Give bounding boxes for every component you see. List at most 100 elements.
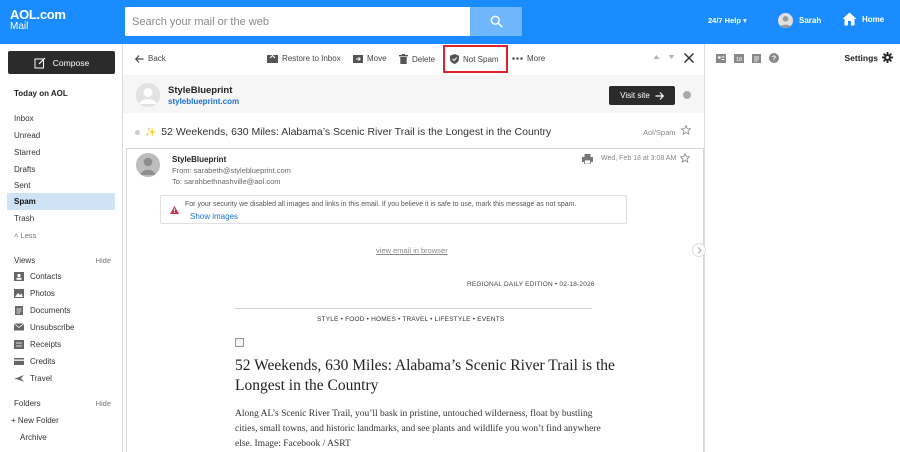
folder-sent[interactable]: Sent <box>7 177 115 194</box>
photos-icon <box>14 289 24 298</box>
back-label: Back <box>148 54 166 63</box>
view-in-browser-link[interactable]: view email in browser <box>376 246 448 255</box>
arrow-right-icon <box>655 91 664 100</box>
less-toggle[interactable]: ˄ Less <box>14 231 36 240</box>
contacts-card-icon[interactable] <box>716 53 726 63</box>
home-label: Home <box>862 14 885 24</box>
message-to-address: To: sarahbethnashville@aol.com <box>172 177 281 186</box>
message-toolbar: Back Restore to Inbox Move Delete Not Sp… <box>123 44 704 75</box>
view-documents[interactable]: Documents <box>14 306 70 315</box>
view-unsubscribe[interactable]: Unsubscribe <box>14 323 74 332</box>
user-name: Sarah <box>799 16 822 25</box>
unread-dot-icon <box>135 129 140 135</box>
folder-tag: Aol/Spam <box>643 128 676 137</box>
delete-button[interactable]: Delete <box>399 54 435 64</box>
user-menu[interactable]: Sarah <box>778 13 821 28</box>
star-icon[interactable] <box>680 153 690 163</box>
view-label: Documents <box>30 306 71 315</box>
top-bar: AOL.com Mail 24/7 Help ▾ Sarah Home <box>0 0 900 44</box>
view-label: Receipts <box>30 340 62 349</box>
folder-starred[interactable]: Starred <box>7 144 115 161</box>
back-arrow-icon <box>135 54 144 63</box>
help-circle-icon[interactable]: ? <box>769 53 779 63</box>
subject-row: ✨ 52 Weekends, 630 Miles: Alabama’s Scen… <box>123 115 704 145</box>
folders-hide-button[interactable]: Hide <box>96 399 111 408</box>
right-panel-icons: 18 ? <box>716 53 779 63</box>
new-folder-button[interactable]: + New Folder <box>11 416 59 425</box>
subject-text: 52 Weekends, 630 Miles: Alabama’s Scenic… <box>161 126 552 138</box>
folder-spam[interactable]: Spam <box>7 193 115 210</box>
folders-header: Folders Hide <box>14 399 111 408</box>
contacts-icon <box>14 272 24 281</box>
divider <box>235 308 591 309</box>
star-icon[interactable] <box>681 125 691 135</box>
folder-archive[interactable]: Archive <box>20 433 47 442</box>
views-hide-button[interactable]: Hide <box>96 256 111 265</box>
receipts-icon <box>14 340 24 349</box>
reading-pane: Back Restore to Inbox Move Delete Not Sp… <box>123 44 706 452</box>
message-from-address: From: sarabeth@styleblueprint.com <box>172 166 291 175</box>
sender-name: StyleBlueprint <box>168 85 233 96</box>
compose-icon <box>34 57 46 68</box>
edition-line: REGIONAL DAILY EDITION • 02-18-2026 <box>467 281 595 288</box>
search-input[interactable] <box>125 7 470 36</box>
folder-unread[interactable]: Unread <box>7 127 115 144</box>
close-icon[interactable] <box>683 52 695 64</box>
folder-trash[interactable]: Trash <box>7 210 115 227</box>
home-link[interactable]: Home <box>842 12 884 26</box>
not-spam-highlight <box>443 45 508 73</box>
security-text: For your security we disabled all images… <box>185 201 577 208</box>
sender-avatar <box>136 83 160 107</box>
help-menu[interactable]: 24/7 Help ▾ <box>708 16 747 25</box>
calendar-icon[interactable]: 18 <box>734 53 744 63</box>
notepad-icon[interactable] <box>752 53 761 63</box>
view-label: Photos <box>30 289 55 298</box>
show-images-link[interactable]: Show images <box>190 212 238 221</box>
view-photos[interactable]: Photos <box>14 289 55 298</box>
previous-message-icon[interactable] <box>653 54 660 60</box>
search-button[interactable] <box>470 7 522 36</box>
article-headline: 52 Weekends, 630 Miles: Alabama’s Scenic… <box>235 357 615 394</box>
back-button[interactable]: Back <box>135 54 166 63</box>
search-icon <box>490 15 503 28</box>
print-icon[interactable] <box>582 154 593 164</box>
compose-button[interactable]: Compose <box>8 51 115 74</box>
info-icon[interactable] <box>683 91 691 99</box>
view-label: Contacts <box>30 272 62 281</box>
sender-banner: StyleBlueprint styleblueprint.com Visit … <box>123 75 704 113</box>
trash-icon <box>399 54 408 64</box>
message-date: Wed, Feb 18 at 3:08 AM <box>601 155 677 162</box>
folder-drafts[interactable]: Drafts <box>7 161 115 178</box>
avatar <box>778 13 793 28</box>
documents-icon <box>15 306 23 315</box>
restore-to-inbox-button[interactable]: Restore to Inbox <box>267 54 341 63</box>
expand-panel-button[interactable] <box>692 243 706 257</box>
restore-icon <box>267 54 278 63</box>
more-button[interactable]: More <box>512 54 545 63</box>
restore-label: Restore to Inbox <box>282 54 341 63</box>
travel-icon <box>14 375 24 382</box>
view-credits[interactable]: Credits <box>14 357 55 366</box>
view-receipts[interactable]: Receipts <box>14 340 61 349</box>
move-icon <box>353 55 363 63</box>
move-label: Move <box>367 54 387 63</box>
message-sender-avatar <box>136 153 160 177</box>
right-panel: 18 ? Settings <box>705 44 900 452</box>
compose-label: Compose <box>52 57 90 68</box>
credits-icon <box>14 358 24 365</box>
move-button[interactable]: Move <box>353 54 387 63</box>
folder-inbox[interactable]: Inbox <box>7 110 115 127</box>
view-contacts[interactable]: Contacts <box>14 272 62 281</box>
next-message-icon[interactable] <box>668 54 675 60</box>
settings-label: Settings <box>844 52 878 63</box>
aol-mail-logo[interactable]: AOL.com Mail <box>10 8 66 32</box>
sender-site-link[interactable]: styleblueprint.com <box>168 97 239 106</box>
subject-line: ✨ 52 Weekends, 630 Miles: Alabama’s Scen… <box>135 126 551 138</box>
view-label: Travel <box>30 374 52 383</box>
view-travel[interactable]: Travel <box>14 374 52 383</box>
views-title: Views <box>14 256 36 265</box>
visit-site-button[interactable]: Visit site <box>609 86 675 105</box>
visit-site-label: Visit site <box>620 91 650 100</box>
settings-button[interactable]: Settings <box>844 52 893 63</box>
today-on-aol-link[interactable]: Today on AOL <box>14 89 68 98</box>
